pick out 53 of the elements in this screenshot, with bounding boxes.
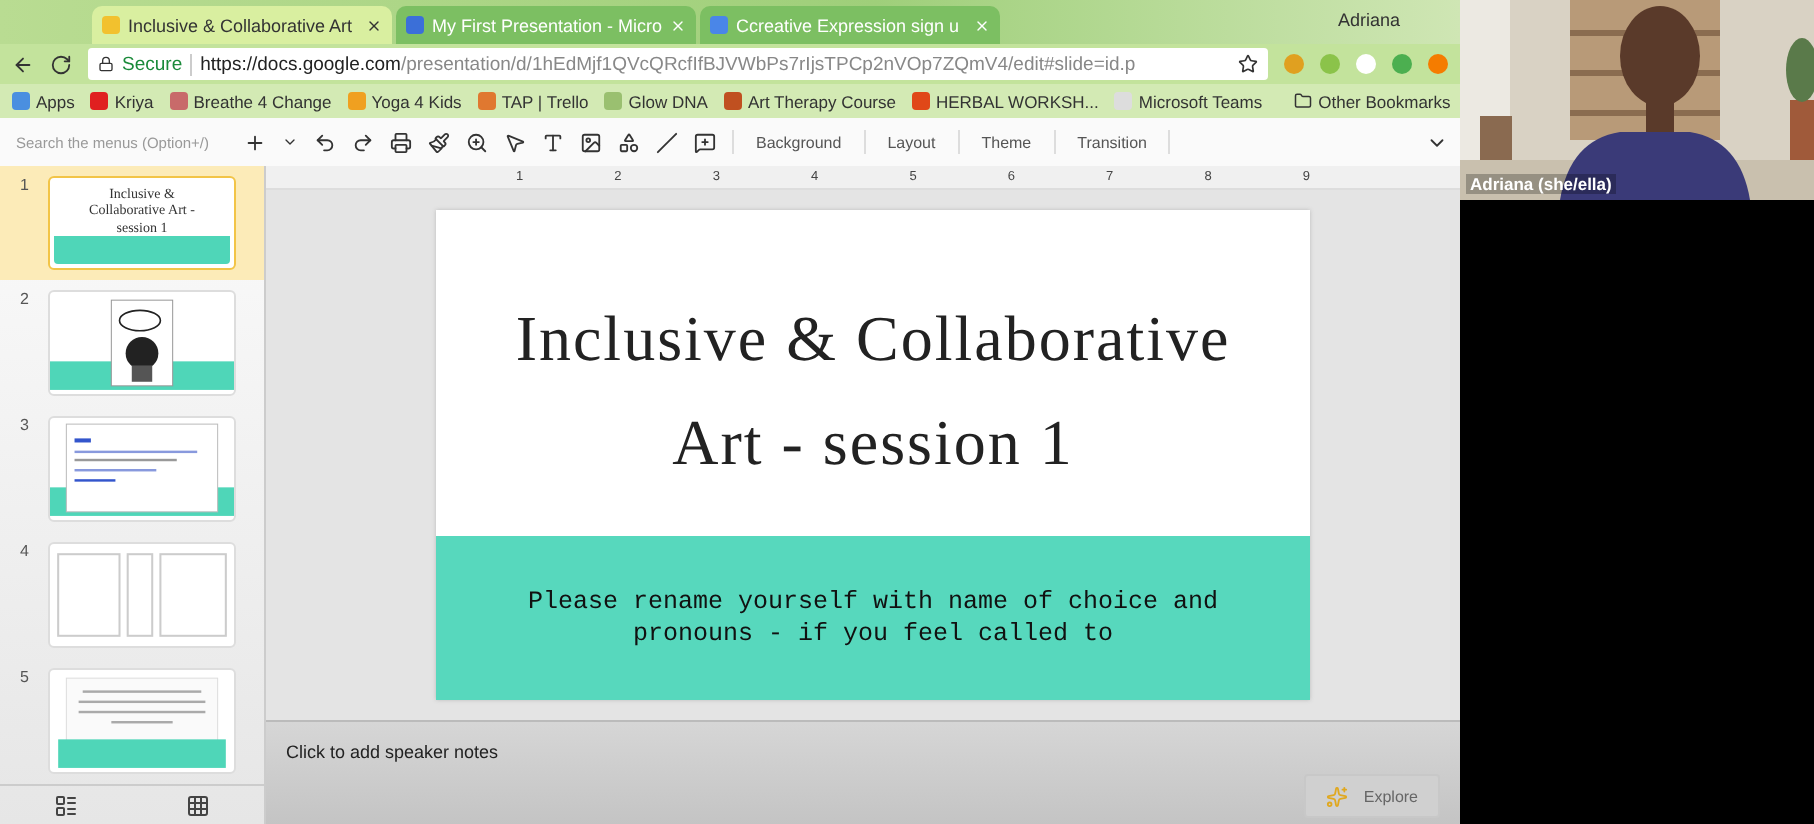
bookmark[interactable]: Yoga 4 Kids (347, 91, 462, 111)
star-icon[interactable] (1238, 54, 1258, 74)
image-icon[interactable] (580, 131, 602, 153)
grid-view-icon[interactable] (186, 793, 210, 818)
bookmark[interactable]: Breathe 4 Change (169, 91, 332, 111)
close-icon[interactable] (366, 17, 382, 33)
filmstrip-view-icon[interactable] (54, 793, 78, 818)
bookmark[interactable]: TAP | Trello (477, 91, 589, 111)
bookmark[interactable]: Microsoft Teams (1114, 91, 1263, 111)
browser-tab[interactable]: Inclusive & Collaborative Art (92, 6, 392, 44)
slide-number: 2 (20, 290, 31, 313)
explore-icon (1325, 785, 1348, 807)
lock-icon (98, 56, 114, 72)
caret-icon[interactable] (282, 134, 298, 150)
slide-number: 4 (20, 542, 31, 565)
redo-icon[interactable] (352, 131, 374, 153)
url-field[interactable]: Secure https://docs.google.com/presentation/d/1hEdMjf1QVcQRcfIfBJVWbPs7rIjsTPCp2nVOp7ZQmV4/edit#slide=id.p (88, 48, 1268, 80)
shapes-icon[interactable] (618, 131, 640, 153)
comment-icon[interactable] (694, 131, 716, 153)
toolbar-button[interactable]: Theme (975, 133, 1038, 151)
slide-number: 3 (20, 416, 31, 439)
slide-body-text: Please rename yourself with name of choice and pronouns - if you feel called to (525, 585, 1221, 651)
print-icon[interactable] (390, 131, 412, 153)
bookmark[interactable]: Apps (12, 91, 75, 111)
toolbar-button[interactable]: Transition (1071, 133, 1153, 151)
bookmark[interactable]: Art Therapy Course (723, 91, 896, 111)
bookmark[interactable]: Other Bookmarks (1294, 91, 1451, 111)
bookmark[interactable]: HERBAL WORKSH... (911, 91, 1099, 111)
paint-format-icon[interactable] (428, 131, 450, 153)
slide-number: 1 (20, 176, 31, 198)
line-icon[interactable] (656, 131, 678, 153)
explore-button[interactable]: Explore (1303, 774, 1440, 818)
participant-name: Adriana (she/ella) (1466, 174, 1616, 194)
slide-number: 5 (20, 668, 31, 691)
notes-placeholder: Click to add speaker notes (286, 742, 499, 762)
reload-icon[interactable] (50, 53, 72, 75)
folder-icon (1294, 92, 1313, 110)
favicon-icon (102, 16, 120, 34)
zoom-icon[interactable] (466, 131, 488, 153)
undo-icon[interactable] (314, 131, 336, 153)
slide-title: Inclusive & Collaborative Art - session 1 (513, 300, 1233, 481)
speaker-notes-area[interactable]: Click to add speaker notes Explore (266, 720, 1460, 824)
cursor-icon[interactable] (504, 131, 526, 153)
back-icon[interactable] (12, 53, 34, 75)
text-box-icon[interactable] (542, 131, 564, 153)
favicon-icon (406, 16, 424, 34)
favicon-icon (710, 16, 728, 34)
bookmark[interactable]: Glow DNA (604, 91, 708, 111)
toolbar-button[interactable]: Background (750, 133, 848, 151)
bookmark[interactable]: Kriya (90, 91, 154, 111)
plus-icon[interactable] (244, 131, 266, 153)
toolbar-button[interactable]: Layout (881, 133, 942, 151)
profile-name[interactable]: Adriana (1337, 10, 1400, 30)
